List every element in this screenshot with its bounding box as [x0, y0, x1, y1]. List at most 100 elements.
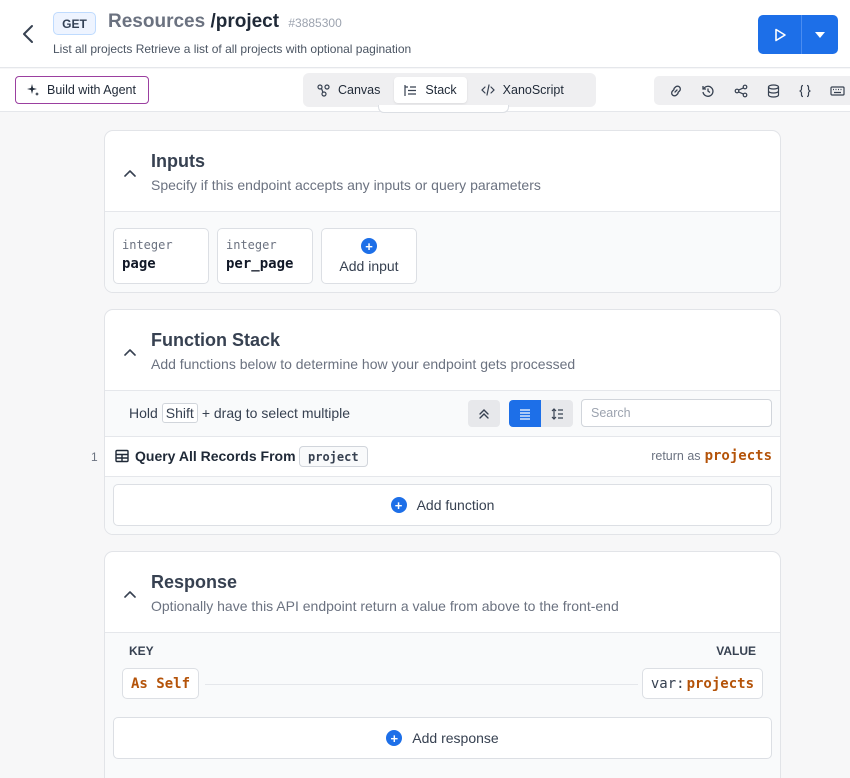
function-stack-collapse-button[interactable] — [121, 343, 139, 361]
tab-stack[interactable]: Stack — [394, 77, 467, 103]
function-stack-body: Hold Shift + drag to select multiple Que… — [105, 391, 780, 534]
canvas-icon — [317, 83, 330, 97]
braces-icon — [799, 84, 812, 97]
share-button[interactable] — [725, 76, 757, 105]
endpoint-id: #3885300 — [288, 16, 342, 30]
build-with-agent-button[interactable]: Build with Agent — [15, 76, 149, 104]
response-collapse-button[interactable] — [121, 585, 139, 603]
run-button-group — [758, 15, 838, 54]
multi-select-hint: Hold Shift + drag to select multiple — [129, 403, 350, 423]
response-columns: KEY VALUE — [105, 633, 780, 667]
detailed-view-button[interactable] — [541, 400, 573, 427]
response-card: Response Optionally have this API endpoi… — [104, 551, 781, 778]
title-path: /project — [210, 11, 280, 32]
double-chevron-up-icon — [479, 408, 489, 419]
return-variable: projects — [704, 448, 772, 464]
function-name: Query All Records From — [135, 448, 296, 464]
add-function-label: Add function — [416, 497, 495, 513]
plus-icon: + — [361, 238, 377, 254]
response-title: Response — [151, 572, 238, 592]
page-header: GET Resources /project #3885300 List all… — [0, 0, 850, 68]
compact-view-button[interactable] — [509, 400, 541, 427]
stack-icon — [404, 84, 417, 96]
plus-icon: + — [390, 497, 407, 513]
tool-icon-bar — [654, 76, 850, 105]
build-with-agent-label: Build with Agent — [47, 83, 136, 97]
function-stack-card: Function Stack Add functions below to de… — [104, 309, 781, 535]
value-prefix: var: — [650, 675, 685, 692]
function-return: return as projects — [651, 448, 772, 464]
function-search-input[interactable] — [581, 399, 772, 427]
stack-toolbar: Hold Shift + drag to select multiple — [105, 391, 780, 437]
tab-canvas[interactable]: Canvas — [307, 77, 390, 103]
link-icon — [671, 85, 682, 96]
inputs-card: Inputs Specify if this endpoint accepts … — [104, 130, 781, 293]
tab-canvas-label: Canvas — [338, 83, 381, 97]
return-label: return as — [651, 449, 701, 463]
tab-xanoscript[interactable]: XanoScript — [471, 77, 574, 103]
chevron-left-icon — [23, 25, 33, 43]
input-per-page[interactable]: integer per_page — [217, 228, 313, 284]
history-button[interactable] — [692, 76, 724, 105]
chevron-up-icon — [124, 349, 136, 356]
run-button[interactable] — [758, 15, 802, 54]
inputs-title: Inputs — [151, 151, 205, 171]
add-response-label: Add response — [412, 730, 499, 746]
response-key[interactable]: As Self — [122, 668, 200, 699]
share-icon — [734, 84, 748, 97]
code-icon — [480, 84, 495, 96]
database-button[interactable] — [757, 76, 789, 105]
history-icon — [702, 85, 715, 97]
inputs-collapse-button[interactable] — [121, 164, 139, 182]
inputs-body: integer page integer per_page + Add inpu… — [105, 212, 780, 292]
input-type: integer — [226, 238, 277, 252]
caret-down-icon — [815, 31, 825, 38]
chevron-up-icon — [124, 591, 136, 598]
response-description: Optionally have this API endpoint return… — [151, 598, 619, 614]
function-table-badge: project — [299, 446, 368, 467]
braces-button[interactable] — [789, 76, 821, 105]
method-badge: GET — [53, 12, 96, 35]
value-variable: projects — [686, 675, 754, 692]
input-page[interactable]: integer page — [113, 228, 209, 284]
function-stack-description: Add functions below to determine how you… — [151, 356, 576, 372]
function-line-number: 1 — [91, 450, 98, 464]
function-row[interactable]: Query All Records From project return as… — [105, 437, 780, 477]
title-prefix: Resources — [108, 11, 206, 32]
back-button[interactable] — [14, 20, 42, 48]
response-header: Response Optionally have this API endpoi… — [105, 552, 780, 633]
add-response-button[interactable]: + Add response — [113, 717, 772, 759]
link-button[interactable] — [660, 76, 692, 105]
add-input-label: Add input — [339, 258, 399, 274]
hold-suffix: + drag to select multiple — [201, 405, 351, 421]
keyboard-icon — [830, 85, 845, 96]
list-icon — [520, 408, 530, 420]
response-value[interactable]: var: projects — [641, 668, 763, 699]
run-dropdown-button[interactable] — [802, 15, 838, 54]
sort-lines-icon — [551, 407, 563, 420]
tab-xanoscript-label: XanoScript — [502, 83, 564, 97]
value-column-header: VALUE — [716, 644, 756, 658]
add-input-button[interactable]: + Add input — [321, 228, 417, 284]
shift-key: Shift — [161, 403, 198, 423]
table-icon — [115, 449, 129, 463]
response-connector-line — [205, 684, 638, 685]
input-name: page — [122, 256, 156, 272]
tab-stack-label: Stack — [425, 83, 457, 97]
inputs-description: Specify if this endpoint accepts any inp… — [151, 177, 541, 193]
collapse-all-button[interactable] — [468, 400, 500, 427]
function-stack-header: Function Stack Add functions below to de… — [105, 310, 780, 391]
input-type: integer — [122, 238, 173, 252]
database-icon — [767, 83, 779, 98]
sparkle-icon — [27, 84, 39, 96]
plus-icon: + — [386, 730, 403, 746]
add-function-button[interactable]: + Add function — [113, 484, 772, 526]
input-name: per_page — [226, 256, 294, 272]
play-icon — [774, 28, 786, 41]
keyboard-button[interactable] — [822, 76, 850, 105]
page-subtitle: List all projects Retrieve a list of all… — [53, 42, 412, 56]
inputs-header: Inputs Specify if this endpoint accepts … — [105, 131, 780, 212]
hold-label: Hold — [129, 405, 158, 421]
view-switcher: Canvas Stack XanoScript — [303, 73, 596, 107]
chevron-up-icon — [124, 170, 136, 177]
